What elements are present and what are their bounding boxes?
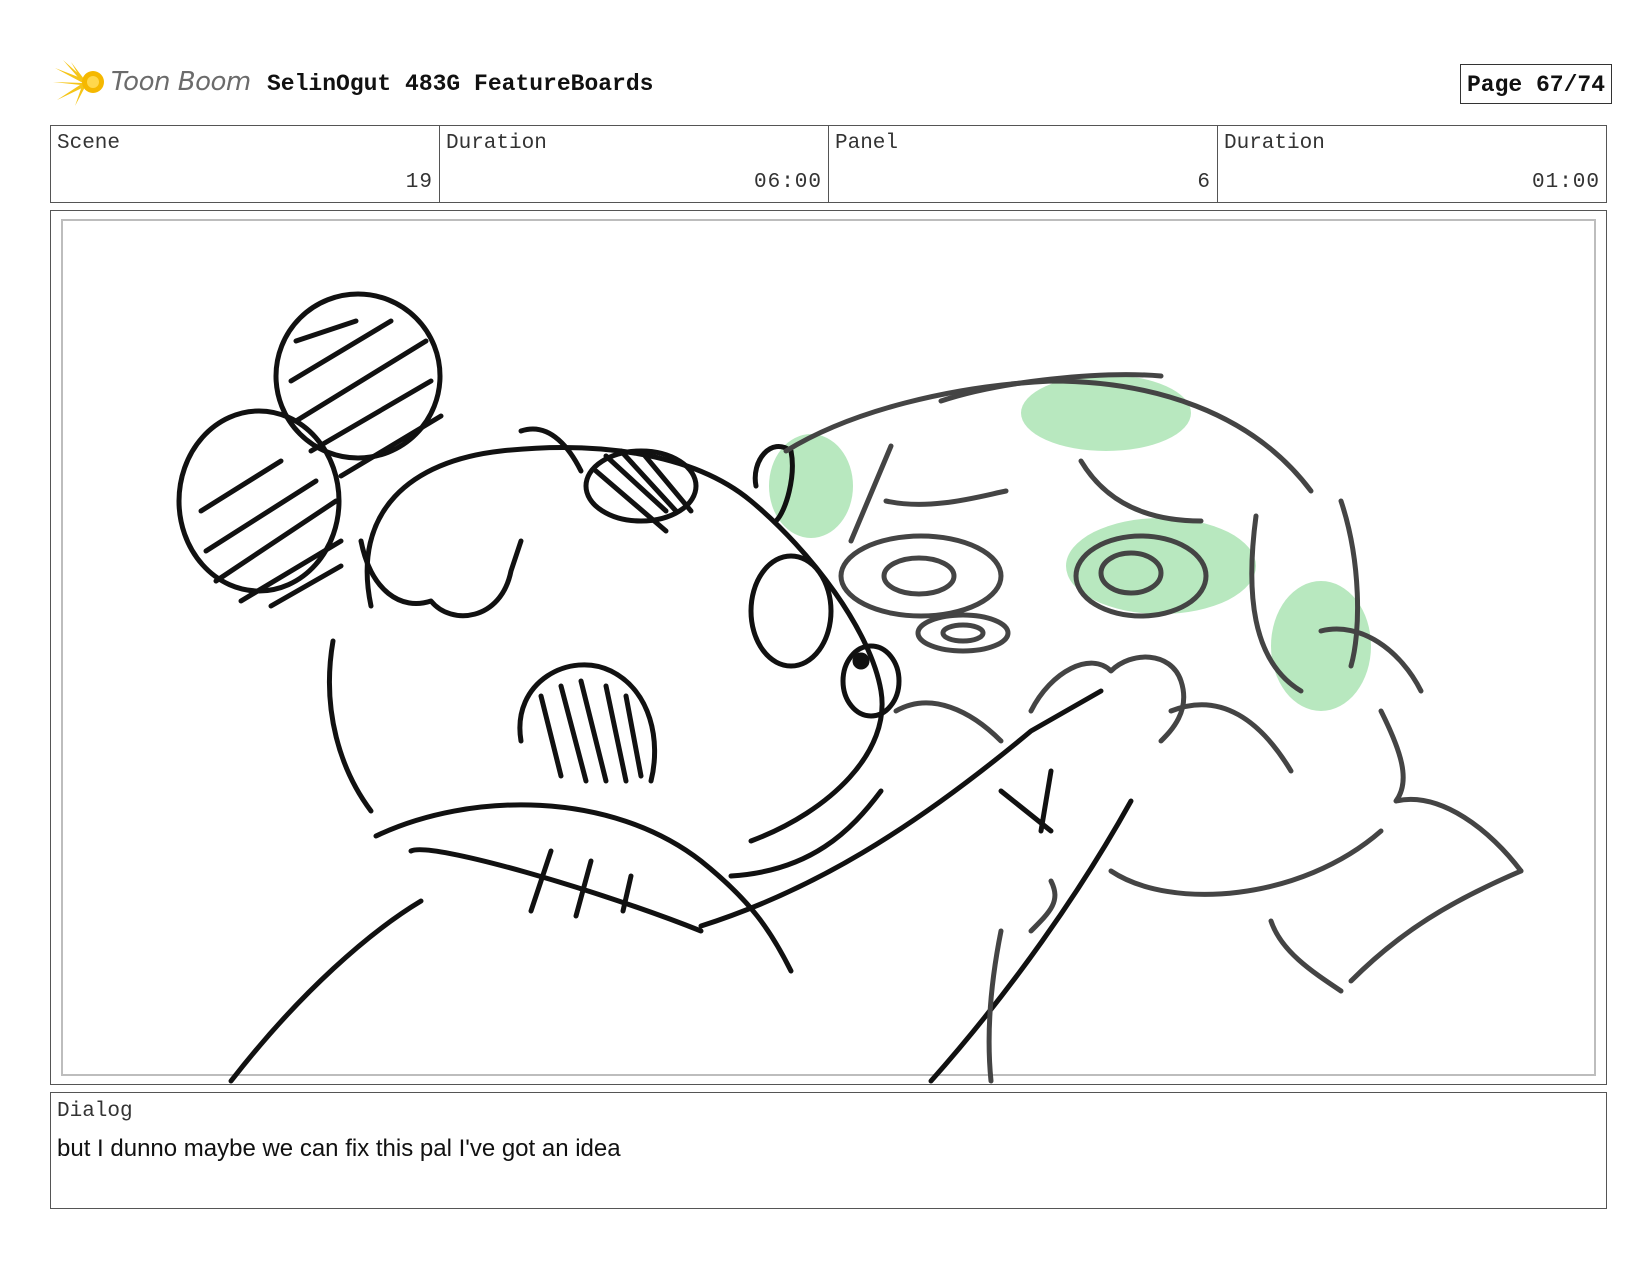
panel-label: Panel — [835, 132, 899, 155]
page-indicator: Page 67/74 — [1459, 64, 1612, 104]
dialog-box: Dialog but I dunno maybe we can fix this… — [50, 1092, 1607, 1209]
storyboard-sketch-image — [176, 291, 1524, 1084]
scene-label: Scene — [57, 132, 121, 155]
scene-value: 19 — [405, 171, 433, 194]
page-header: Toon Boom SelinOgut 483G FeatureBoards P… — [50, 58, 1612, 108]
panel-cell: Panel 6 — [829, 126, 1218, 202]
scene-duration-label: Duration — [446, 132, 547, 155]
info-table: Scene 19 Duration 06:00 Panel 6 Duration… — [50, 125, 1607, 203]
left-character-lines — [176, 291, 1134, 1084]
scene-cell: Scene 19 — [51, 126, 440, 202]
storyboard-panel — [50, 210, 1607, 1085]
panel-duration-label: Duration — [1224, 132, 1325, 155]
toon-boom-logo: Toon Boom — [53, 58, 253, 108]
right-character-lines — [783, 372, 1524, 1084]
scene-duration-cell: Duration 06:00 — [440, 126, 829, 202]
panel-duration-cell: Duration 01:00 — [1218, 126, 1606, 202]
logo-text: Toon Boom — [111, 67, 251, 97]
starburst-icon — [53, 60, 104, 106]
dialog-text: but I dunno maybe we can fix this pal I'… — [57, 1135, 621, 1162]
project-title: SelinOgut 483G FeatureBoards — [267, 71, 654, 97]
panel-value: 6 — [1197, 171, 1211, 194]
dialog-label: Dialog — [57, 1100, 133, 1123]
panel-duration-value: 01:00 — [1531, 171, 1600, 194]
scene-duration-value: 06:00 — [753, 171, 822, 194]
